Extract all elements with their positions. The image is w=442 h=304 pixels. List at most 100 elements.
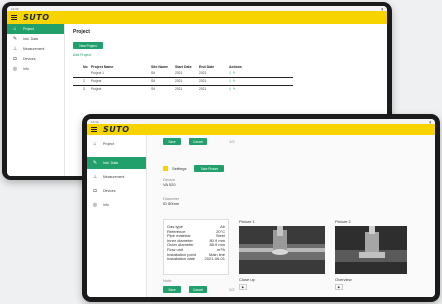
app-bar: SUTO [87, 124, 435, 135]
edit-icon[interactable]: ✎ [233, 71, 236, 75]
home-icon: ⌂ [13, 25, 17, 32]
add-project-link[interactable]: Add Project [73, 53, 379, 57]
edit-icon[interactable]: ✎ [233, 87, 236, 91]
cell-site: Sit [151, 87, 155, 92]
picture-2-image[interactable] [335, 226, 407, 274]
cell-name: Project 1 [91, 69, 151, 78]
save-button[interactable]: Save [163, 286, 181, 293]
gauge-icon: ⊥ [92, 173, 98, 180]
edit-icon[interactable]: ✎ [233, 79, 236, 83]
cell-name: Project [91, 87, 102, 92]
cell-end: 2021 [199, 77, 223, 86]
play-button[interactable]: ▶ [335, 284, 343, 290]
pipe-photo [239, 226, 325, 274]
project-table: No Project Name Site Name Start Date End… [73, 65, 293, 93]
cancel-button[interactable]: Cancel [189, 138, 207, 145]
delete-icon[interactable]: ▯ [229, 71, 231, 75]
sidebar-item-project[interactable]: ⌂ Project [7, 24, 64, 34]
sidebar-item-label: Measurement [23, 47, 45, 51]
device-photo [335, 226, 407, 274]
main-content: Save Cancel 1/2 Settings Take Picture De… [147, 135, 435, 297]
app-logo: SUTO [103, 125, 130, 134]
sidebar-item-measurement[interactable]: ⊥ Measurement [7, 44, 64, 54]
picture-1-image[interactable] [239, 226, 325, 274]
battery-icon: ▮ [429, 119, 431, 124]
table-row[interactable]: 3 Project Sit 2021 2021 ▯ ✎ [73, 85, 293, 93]
sidebar-item-devices[interactable]: ◘ Devices [87, 185, 146, 197]
bottom-action-row: Save Cancel 2/2 [163, 286, 235, 293]
settings-checkbox[interactable] [163, 166, 168, 171]
sidebar-item-info[interactable]: ◎ Info [7, 64, 64, 74]
note-field: Note [163, 278, 171, 283]
cell-no: 3 [83, 87, 85, 92]
sidebar-item-label: Measurement [103, 175, 125, 179]
picture-2-block: Picture 2 Overview ▶ [335, 219, 407, 290]
device-field: Device VA 520 [163, 177, 176, 187]
app-bar: SUTO [7, 11, 387, 24]
page-title: Project [73, 29, 90, 35]
battery-icon: ▮ [381, 6, 383, 11]
sidebar-item-inst-data[interactable]: ✎ Inst. Data [87, 157, 146, 169]
wrench-icon: ✎ [92, 159, 98, 166]
info-icon: ◎ [92, 201, 98, 208]
take-picture-button[interactable]: Take Picture [194, 165, 225, 172]
cancel-button[interactable]: Cancel [189, 286, 207, 293]
cell-start: 2021 [175, 69, 199, 78]
settings-row: Settings Take Picture [163, 165, 225, 172]
cell-no: 2 [73, 77, 91, 86]
picture-caption: Close up [239, 277, 255, 282]
delete-icon[interactable]: ▯ [229, 87, 231, 91]
sidebar-item-info[interactable]: ◎ Info [87, 199, 146, 211]
picture-label: Picture 1 [239, 219, 255, 224]
sidebar-item-project[interactable]: ⌂ Project [87, 139, 146, 149]
detail-key: Installation date [167, 256, 196, 262]
app-logo: SUTO [23, 13, 50, 22]
status-time: 12:34 [11, 6, 19, 11]
table-row[interactable]: 2 Project Sit 2021 2021 ▯ ✎ [73, 77, 293, 86]
info-icon: ◎ [12, 65, 18, 72]
sidebar-item-label: Devices [23, 57, 36, 61]
table-row[interactable]: Project 1 Sit 2021 2021 ▯ ✎ [73, 69, 293, 78]
sidebar-item-label: Info [23, 67, 29, 71]
detail-row: Installation date 2021-06-01 [167, 256, 225, 261]
cell-end: 2021 [199, 69, 223, 78]
cell-name: Project [91, 77, 151, 86]
menu-icon[interactable] [11, 15, 17, 20]
play-button[interactable]: ▶ [239, 284, 247, 290]
cell-actions: ▯ ✎ [223, 77, 293, 86]
sidebar-item-inst-data[interactable]: ✎ Inst. Data [7, 34, 64, 44]
front-screen: 12:34 ▮ SUTO ⌂ Project ✎ Inst. Data ⊥ Me… [87, 119, 435, 297]
cell-site: Sit [151, 69, 175, 78]
sidebar-item-measurement[interactable]: ⊥ Measurement [87, 171, 146, 183]
menu-icon[interactable] [91, 127, 97, 132]
cell-no [73, 69, 91, 78]
cell-start: 2021 [175, 77, 199, 86]
status-time: 12:34 [91, 119, 99, 124]
device-icon: ◘ [13, 55, 17, 62]
top-action-row: Save Cancel 1/2 [163, 138, 235, 145]
wrench-icon: ✎ [12, 35, 18, 42]
cell-site: Sit [151, 77, 175, 86]
new-project-button[interactable]: New Project [73, 42, 103, 49]
cell-end: 2021 [199, 87, 207, 92]
save-button[interactable]: Save [163, 138, 181, 145]
sidebar: ⌂ Project ✎ Inst. Data ⊥ Measurement ◘ D… [87, 135, 147, 297]
cell-actions: ▯ ✎ [223, 69, 293, 78]
note-label: Note [163, 278, 172, 283]
diameter-field: Diameter ID 80mm [163, 196, 179, 206]
sidebar-item-devices[interactable]: ◘ Devices [7, 54, 64, 64]
cell-start: 2021 [175, 87, 183, 92]
sidebar-item-label: Inst. Data [23, 37, 38, 41]
sidebar: ⌂ Project ✎ Inst. Data ⊥ Measurement ◘ D… [7, 24, 65, 176]
gauge-icon: ⊥ [12, 45, 18, 52]
delete-icon[interactable]: ▯ [229, 79, 231, 83]
device-value: VA 520 [163, 182, 176, 187]
detail-value: 2021-06-01 [204, 256, 225, 262]
settings-label: Settings [172, 166, 187, 171]
front-tablet: 12:34 ▮ SUTO ⌂ Project ✎ Inst. Data ⊥ Me… [82, 114, 440, 302]
page-indicator: 2/2 [229, 287, 235, 292]
sidebar-item-label: Inst. Data [103, 161, 118, 165]
details-panel: Gas type Air Reference 20°C Pipe material S… [163, 219, 229, 275]
sidebar-item-label: Project [103, 142, 114, 146]
sidebar-item-label: Project [23, 27, 34, 31]
